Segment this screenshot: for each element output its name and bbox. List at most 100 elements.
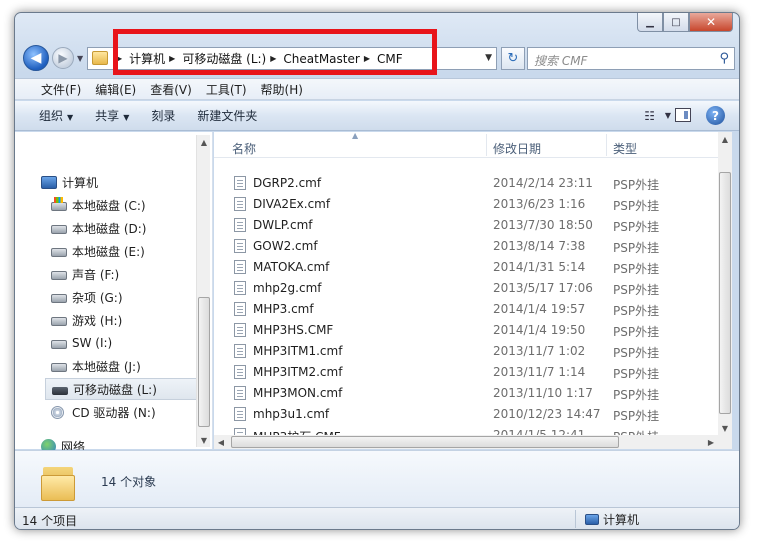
- tree-item-drive-n[interactable]: CD 驱动器 (N:): [51, 401, 156, 423]
- chevron-right-icon[interactable]: ▶: [169, 54, 175, 63]
- file-type: PSP外挂: [613, 178, 660, 192]
- scroll-right-icon[interactable]: ▶: [704, 435, 718, 449]
- chevron-right-icon[interactable]: ▶: [364, 54, 370, 63]
- tree-item-computer[interactable]: 计算机: [41, 171, 98, 193]
- file-date: 2014/1/4 19:57: [493, 302, 586, 316]
- tree-item-drive-l[interactable]: 可移动磁盘 (L:): [45, 378, 197, 400]
- tree-item-drive-d[interactable]: 本地磁盘 (D:): [51, 217, 146, 239]
- menu-view[interactable]: 查看(V): [150, 81, 192, 98]
- address-dropdown[interactable]: ▼: [485, 53, 492, 63]
- file-row[interactable]: MHP3HS.CMF 2014/1/4 19:50 PSP外挂: [214, 320, 714, 341]
- breadcrumb-removable-disk[interactable]: 可移动磁盘 (L:): [182, 50, 266, 67]
- column-date[interactable]: 修改日期: [493, 140, 541, 157]
- views-icon[interactable]: ☷: [644, 109, 655, 123]
- file-row[interactable]: MATOKA.cmf 2014/1/31 5:14 PSP外挂: [214, 257, 714, 278]
- minimize-button[interactable]: ▁: [637, 13, 663, 32]
- preview-pane-icon[interactable]: [675, 108, 691, 122]
- tree-label: CD 驱动器 (N:): [72, 405, 156, 420]
- breadcrumb-cmf[interactable]: CMF: [377, 52, 403, 66]
- tree-item-drive-g[interactable]: 杂项 (G:): [51, 286, 123, 308]
- search-input[interactable]: 搜索 CMF: [534, 52, 587, 69]
- breadcrumb: ▶ 计算机 ▶ 可移动磁盘 (L:) ▶ CheatMaster ▶ CMF: [112, 48, 403, 69]
- nav-pane-scroll-thumb[interactable]: [198, 297, 210, 427]
- file-name: MATOKA.cmf: [253, 260, 330, 274]
- menu-file[interactable]: 文件(F): [41, 81, 81, 98]
- file-row[interactable]: DGRP2.cmf 2014/2/14 23:11 PSP外挂: [214, 173, 714, 194]
- share-button[interactable]: 共享 ▼: [95, 107, 129, 124]
- recent-pages-dropdown[interactable]: ▼: [77, 54, 83, 63]
- hard-drive-icon: [51, 317, 67, 326]
- file-row[interactable]: mhp3u1.cmf 2010/12/23 14:47 PSP外挂: [214, 404, 714, 425]
- file-row[interactable]: MHP3ITM2.cmf 2013/11/7 1:14 PSP外挂: [214, 362, 714, 383]
- breadcrumb-computer[interactable]: 计算机: [129, 50, 165, 67]
- refresh-button[interactable]: ↻: [501, 47, 525, 70]
- file-type: PSP外挂: [613, 199, 660, 213]
- file-row[interactable]: DIVA2Ex.cmf 2013/6/23 1:16 PSP外挂: [214, 194, 714, 215]
- object-count: 14 个对象: [101, 475, 157, 489]
- navigation-row: ◀ ▶ ▼ ▶ 计算机 ▶ 可移动磁盘 (L:) ▶ CheatMaster ▶…: [21, 44, 735, 72]
- file-row[interactable]: GOW2.cmf 2013/8/14 7:38 PSP外挂: [214, 236, 714, 257]
- menu-help[interactable]: 帮助(H): [261, 81, 303, 98]
- tree-item-drive-h[interactable]: 游戏 (H:): [51, 309, 122, 331]
- views-dropdown[interactable]: ▼: [665, 111, 671, 120]
- close-button[interactable]: ✕: [689, 13, 733, 32]
- hard-drive-icon: [51, 271, 67, 280]
- scroll-down-icon[interactable]: ▼: [718, 421, 732, 435]
- back-arrow-icon: ◀: [30, 50, 42, 66]
- menu-edit[interactable]: 编辑(E): [95, 81, 136, 98]
- file-icon: [234, 323, 246, 337]
- maximize-button[interactable]: □: [663, 13, 689, 32]
- search-icon[interactable]: ⚲: [719, 51, 729, 66]
- details-pane: 14 个对象: [15, 450, 739, 507]
- file-icon: [234, 281, 246, 295]
- menu-tools[interactable]: 工具(T): [206, 81, 247, 98]
- back-button[interactable]: ◀: [23, 45, 49, 71]
- file-name: DIVA2Ex.cmf: [253, 197, 331, 211]
- sort-ascending-icon: ▲: [352, 131, 359, 140]
- file-list-vertical-scrollbar[interactable]: ▲ ▼: [718, 132, 732, 435]
- status-location: 计算机: [585, 511, 639, 528]
- organize-button[interactable]: 组织 ▼: [39, 107, 73, 124]
- file-type: PSP外挂: [613, 304, 660, 318]
- tree-item-drive-j[interactable]: 本地磁盘 (J:): [51, 355, 141, 377]
- help-icon[interactable]: ?: [706, 106, 725, 125]
- tree-item-drive-c[interactable]: 本地磁盘 (C:): [51, 194, 146, 216]
- search-box[interactable]: 搜索 CMF ⚲: [527, 47, 735, 70]
- new-folder-button[interactable]: 新建文件夹: [197, 107, 257, 124]
- file-list-hscroll-thumb[interactable]: [231, 436, 619, 448]
- scroll-down-icon[interactable]: ▼: [197, 433, 211, 447]
- command-bar: 组织 ▼ 共享 ▼ 刻录 新建文件夹 ☷ ▼ ?: [15, 101, 739, 131]
- file-row[interactable]: DWLP.cmf 2013/7/30 18:50 PSP外挂: [214, 215, 714, 236]
- file-row[interactable]: MHP3.cmf 2014/1/4 19:57 PSP外挂: [214, 299, 714, 320]
- forward-button[interactable]: ▶: [52, 47, 74, 69]
- file-list-horizontal-scrollbar[interactable]: ◀ ▶: [214, 435, 732, 449]
- tree-item-drive-e[interactable]: 本地磁盘 (E:): [51, 240, 145, 262]
- column-type[interactable]: 类型: [613, 140, 637, 157]
- status-divider: [575, 510, 576, 528]
- file-row[interactable]: MHP3MON.cmf 2013/11/10 1:17 PSP外挂: [214, 383, 714, 404]
- file-list-scroll-thumb[interactable]: [719, 172, 731, 414]
- file-row[interactable]: mhp2g.cmf 2013/5/17 17:06 PSP外挂: [214, 278, 714, 299]
- column-divider[interactable]: [486, 134, 487, 156]
- file-date: 2014/1/4 19:50: [493, 323, 586, 337]
- tree-item-drive-f[interactable]: 声音 (F:): [51, 263, 119, 285]
- file-icon: [234, 197, 246, 211]
- address-bar[interactable]: ▶ 计算机 ▶ 可移动磁盘 (L:) ▶ CheatMaster ▶ CMF ▼: [87, 47, 497, 70]
- breadcrumb-cheatmaster[interactable]: CheatMaster: [283, 52, 359, 66]
- chevron-right-icon[interactable]: ▶: [116, 54, 122, 63]
- column-name[interactable]: 名称: [232, 140, 256, 157]
- column-divider[interactable]: [606, 134, 607, 156]
- chevron-right-icon[interactable]: ▶: [270, 54, 276, 63]
- file-row[interactable]: MHP3ITM1.cmf 2013/11/7 1:02 PSP外挂: [214, 341, 714, 362]
- file-date: 2014/2/14 23:11: [493, 176, 593, 190]
- burn-button[interactable]: 刻录: [151, 107, 175, 124]
- column-header: ▲ 名称 修改日期 类型: [214, 131, 718, 158]
- tree-item-drive-i[interactable]: SW (I:): [51, 332, 112, 354]
- tree-label: 本地磁盘 (C:): [72, 198, 146, 213]
- tree-label: 可移动磁盘 (L:): [73, 382, 157, 397]
- scroll-left-icon[interactable]: ◀: [214, 435, 228, 449]
- nav-pane-scrollbar[interactable]: ▲ ▼: [196, 135, 210, 447]
- file-type: PSP外挂: [613, 346, 660, 360]
- scroll-up-icon[interactable]: ▲: [718, 132, 732, 146]
- scroll-up-icon[interactable]: ▲: [197, 135, 211, 149]
